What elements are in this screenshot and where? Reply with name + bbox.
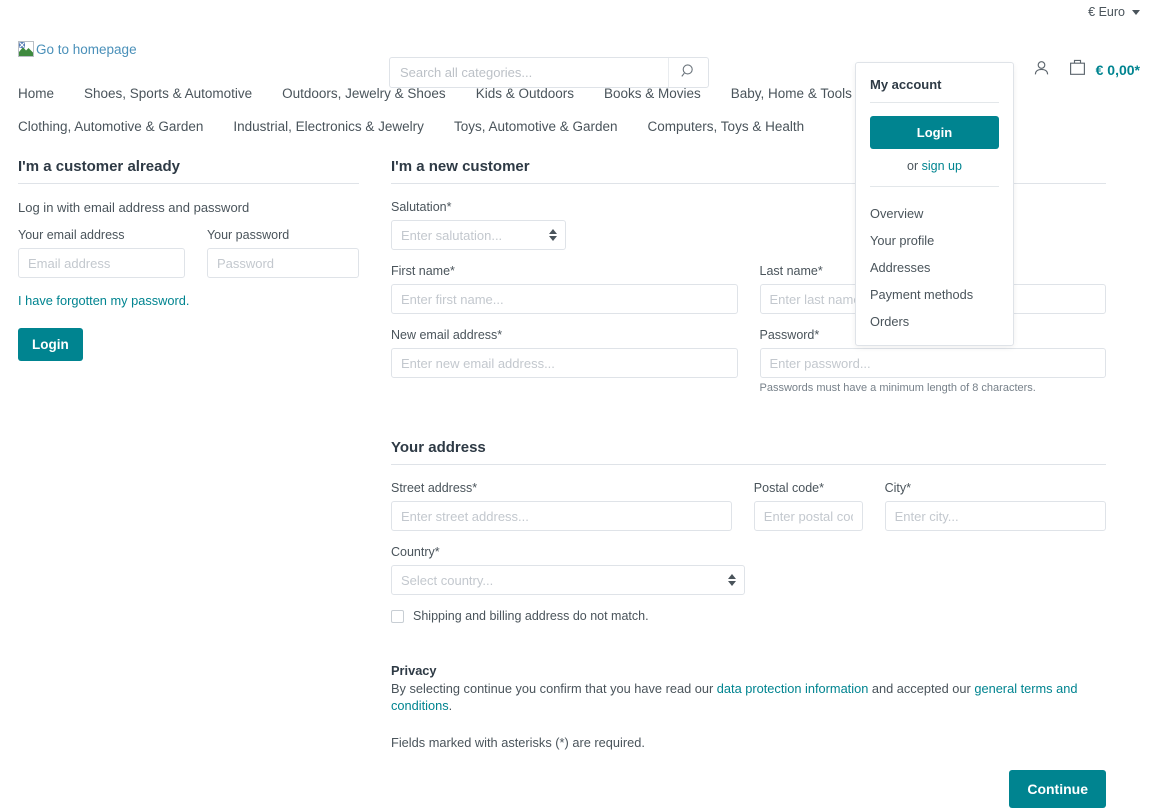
shopping-bag-icon: [1068, 57, 1087, 82]
divider: [870, 186, 999, 187]
existing-customer-title: I'm a customer already: [18, 158, 180, 175]
my-account-title: My account: [870, 77, 942, 92]
privacy-text: By selecting continue you confirm that y…: [391, 680, 1106, 715]
login-helper-text: Log in with email address and password: [18, 200, 250, 215]
logo-alt-text: Go to homepage: [36, 41, 137, 57]
my-account-dropdown: My account Login or sign up Overview You…: [855, 62, 1014, 346]
currency-label: € Euro: [1088, 5, 1125, 19]
login-password-input[interactable]: [206, 248, 359, 278]
address-fields-row: Street address* Postal code* City*: [391, 481, 1106, 531]
header-actions: € 0,00*: [1032, 57, 1140, 82]
login-fields-row: Your email address Your password: [18, 228, 359, 278]
address-title: Your address: [391, 439, 486, 456]
nav-item-clothing-automotive-garden[interactable]: Clothing, Automotive & Garden: [18, 111, 203, 144]
privacy-text-middle: and accepted our: [868, 681, 975, 696]
city-field-group: City*: [884, 481, 1106, 531]
first-name-input[interactable]: [391, 284, 738, 314]
login-password-field-group: Your password: [206, 228, 359, 278]
account-menu-item-addresses[interactable]: Addresses: [870, 254, 999, 281]
nav-item-computers-toys-health[interactable]: Computers, Toys & Health: [648, 111, 805, 144]
existing-customer-section: I'm a customer already Log in with email…: [18, 158, 359, 361]
street-label: Street address*: [391, 481, 478, 495]
address-section: Your address Street address* Postal code…: [391, 439, 1106, 623]
country-select[interactable]: Select country...: [391, 565, 745, 595]
first-name-label: First name*: [391, 264, 455, 278]
account-menu-item-overview[interactable]: Overview: [870, 200, 999, 227]
nav-item-shoes-sports-automotive[interactable]: Shoes, Sports & Automotive: [84, 78, 252, 111]
dropdown-signup-row: or sign up: [870, 159, 999, 173]
continue-button[interactable]: Continue: [1009, 769, 1106, 808]
user-icon: [1032, 59, 1051, 81]
street-input[interactable]: [391, 501, 732, 531]
new-password-input[interactable]: [759, 348, 1106, 378]
nav-item-industrial-electronics-jewelry[interactable]: Industrial, Electronics & Jewelry: [233, 111, 424, 144]
sign-up-link[interactable]: sign up: [922, 159, 962, 173]
first-name-field-group: First name*: [391, 264, 738, 314]
city-input[interactable]: [884, 501, 1106, 531]
postal-label: Postal code*: [753, 481, 824, 495]
divider: [870, 102, 999, 103]
data-protection-link[interactable]: data protection information: [717, 681, 869, 696]
postal-code-input[interactable]: [753, 501, 863, 531]
different-shipping-checkbox[interactable]: [391, 609, 404, 623]
account-menu-item-orders[interactable]: Orders: [870, 308, 999, 335]
divider: [18, 183, 359, 184]
homepage-logo-link[interactable]: Go to homepage: [18, 41, 137, 57]
search-input[interactable]: [390, 58, 668, 87]
city-label: City*: [884, 481, 911, 495]
new-email-field-group: New email address*: [391, 328, 738, 394]
different-shipping-row: Shipping and billing address do not matc…: [391, 609, 1106, 623]
currency-switcher[interactable]: € Euro: [1088, 5, 1140, 19]
password-hint: Passwords must have a minimum length of …: [759, 382, 1036, 394]
account-menu-item-your-profile[interactable]: Your profile: [870, 227, 999, 254]
different-shipping-label: Shipping and billing address do not matc…: [413, 609, 649, 623]
search-button[interactable]: [668, 58, 708, 87]
street-field-group: Street address*: [391, 481, 732, 531]
login-password-label: Your password: [206, 228, 290, 242]
salutation-label: Salutation*: [391, 200, 452, 214]
nav-item-toys-automotive-garden[interactable]: Toys, Automotive & Garden: [454, 111, 618, 144]
login-email-label: Your email address: [18, 228, 125, 242]
privacy-text-before: By selecting continue you confirm that y…: [391, 681, 717, 696]
broken-image-icon: [18, 41, 34, 57]
account-menu-list: Overview Your profile Addresses Payment …: [870, 200, 999, 345]
country-select-wrap: Select country...: [391, 565, 745, 595]
nav-item-home[interactable]: Home: [18, 78, 54, 111]
privacy-section: Privacy By selecting continue you confir…: [391, 663, 1106, 808]
login-button[interactable]: Login: [18, 328, 83, 361]
forgot-password-link[interactable]: I have forgotten my password.: [18, 293, 189, 308]
top-utility-bar: € Euro: [0, 0, 1158, 24]
salutation-field-group: Salutation* Enter salutation...: [391, 200, 566, 250]
nav-item-baby-home-tools[interactable]: Baby, Home & Tools: [731, 78, 852, 111]
chevron-down-icon: [1132, 9, 1140, 15]
privacy-text-after: .: [448, 698, 453, 714]
registration-page: € Euro Go to homepage Search all categor…: [0, 0, 1158, 809]
cart-widget[interactable]: € 0,00*: [1068, 57, 1140, 82]
cart-amount: € 0,00*: [1095, 61, 1140, 78]
required-fields-note: Fields marked with asterisks (*) are req…: [391, 734, 645, 750]
account-button[interactable]: [1032, 59, 1051, 81]
privacy-title: Privacy: [391, 663, 437, 678]
account-menu-item-payment-methods[interactable]: Payment methods: [870, 281, 999, 308]
continue-row: Continue: [391, 769, 1106, 808]
country-field-group: Country* Select country...: [391, 545, 745, 595]
divider: [391, 464, 1106, 465]
postal-field-group: Postal code*: [753, 481, 863, 531]
new-email-input[interactable]: [391, 348, 738, 378]
search-icon: [680, 63, 697, 82]
dropdown-login-button[interactable]: Login: [870, 116, 999, 149]
login-email-input[interactable]: [18, 248, 185, 278]
or-text: or: [907, 159, 919, 173]
search-bar: [389, 57, 709, 88]
country-label: Country*: [391, 545, 440, 559]
login-email-field-group: Your email address: [18, 228, 185, 278]
salutation-select[interactable]: Enter salutation...: [391, 220, 566, 250]
salutation-select-wrap: Enter salutation...: [391, 220, 566, 250]
new-email-label: New email address*: [391, 328, 503, 342]
